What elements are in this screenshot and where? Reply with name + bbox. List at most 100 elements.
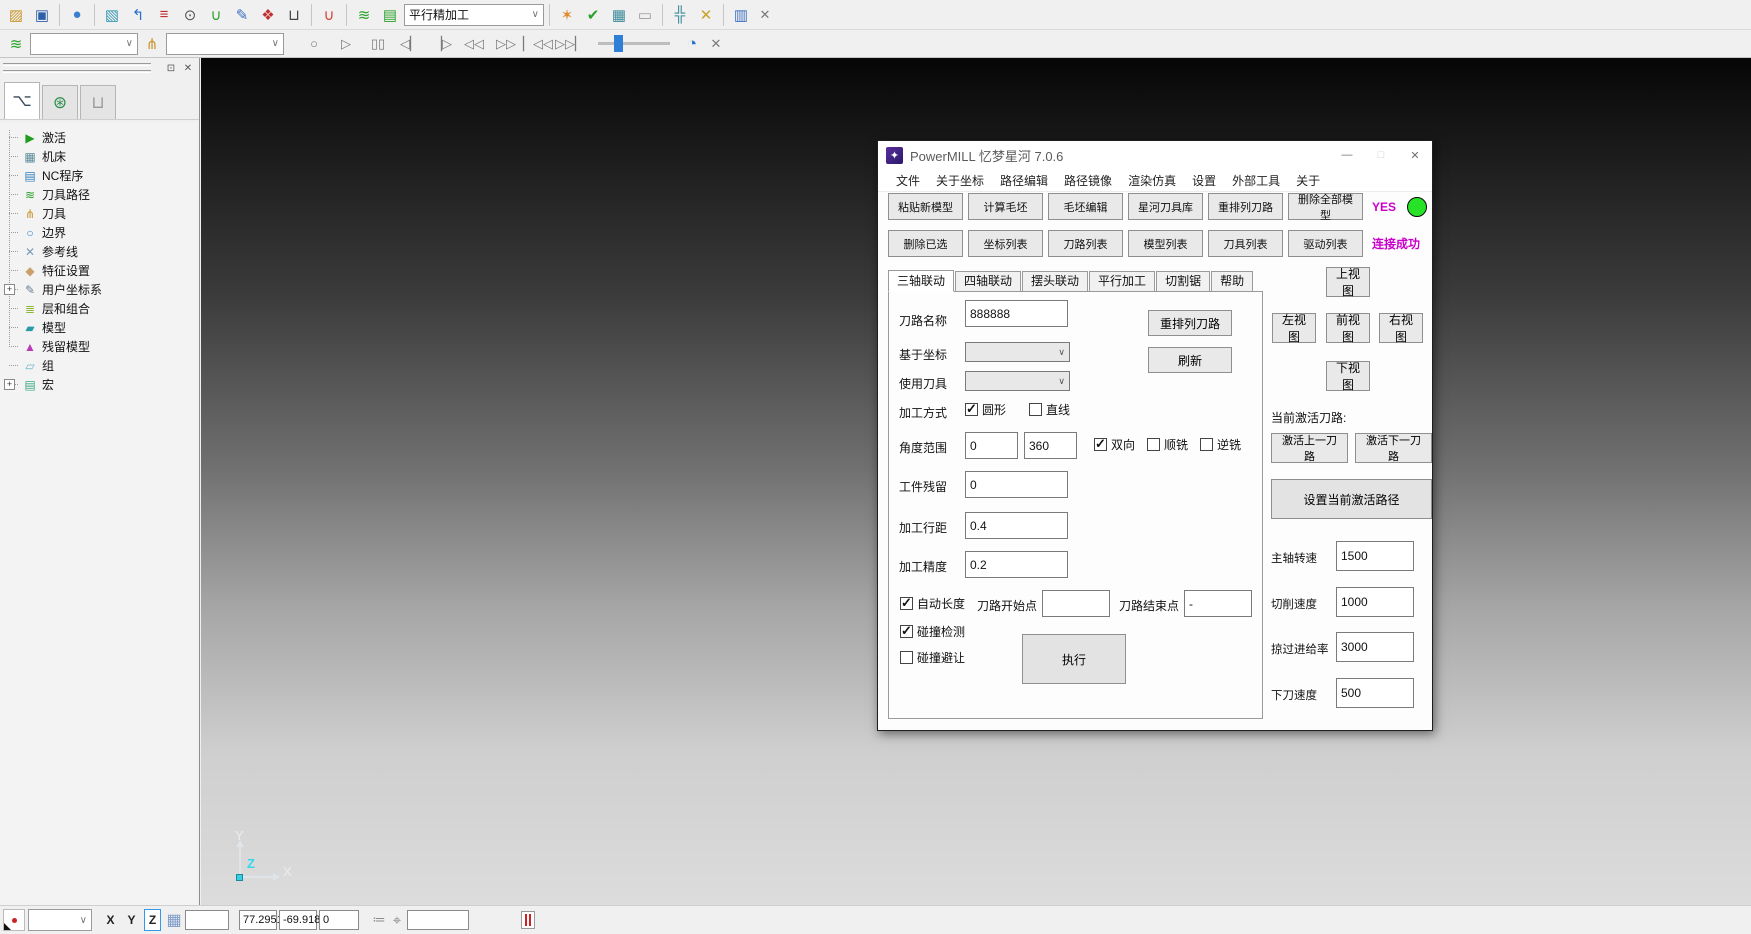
tree-item-workplanes[interactable]: + ✎ 用户坐标系 [0, 280, 198, 299]
x-axis-button[interactable]: X [102, 909, 119, 931]
tree-item-groups[interactable]: + ▱ 组 [0, 356, 198, 375]
checkbox[interactable] [900, 651, 913, 664]
coord-x-field[interactable]: 77.2951 [239, 910, 277, 930]
collision-tool-icon[interactable]: ∪ [317, 3, 341, 27]
rewind-icon[interactable]: ◁◁ [462, 32, 486, 56]
tree-item-activate[interactable]: + ▶ 激活 [0, 128, 198, 147]
transform-arrows-icon[interactable]: ✕ [694, 3, 718, 27]
minimize-button[interactable]: — [1330, 141, 1364, 169]
corner-flag[interactable] [3, 909, 25, 931]
tree-item-nc-programs[interactable]: + ▤ NC程序 [0, 166, 198, 185]
block-stock-icon[interactable]: ▧ [100, 3, 124, 27]
dialog-tab[interactable]: 四轴联动 [955, 271, 1021, 291]
refresh-button[interactable]: 刷新 [1148, 347, 1232, 373]
action-button[interactable]: 粘贴新模型 [888, 193, 963, 220]
stepover-input[interactable] [965, 512, 1068, 539]
drag-handle[interactable] [3, 63, 151, 66]
menu-item[interactable]: 关于 [1288, 172, 1328, 189]
shaded-sphere-icon[interactable]: ● [65, 3, 89, 27]
coord-y-field[interactable]: -69.918 [279, 910, 317, 930]
go-start-icon[interactable]: ▏◁◁ [526, 32, 550, 56]
burst-tool-icon[interactable]: ✶ [555, 3, 579, 27]
grid-size-field[interactable] [185, 910, 229, 930]
start-point-input[interactable] [1042, 590, 1110, 617]
view-left-button[interactable]: 左视图 [1272, 313, 1316, 343]
action-button[interactable]: 重排列刀路 [1208, 193, 1283, 220]
coords-list-icon[interactable]: ≔ [371, 912, 387, 928]
menu-item[interactable]: 路径编辑 [992, 172, 1056, 189]
toolbar-close-icon[interactable]: ✕ [755, 5, 775, 25]
action-button[interactable]: 删除全部模型 [1288, 193, 1363, 220]
globe-tab[interactable]: ⊛ [42, 85, 78, 119]
menu-item[interactable]: 路径镜像 [1056, 172, 1120, 189]
close-button[interactable]: ✕ [1398, 141, 1432, 169]
skim-feed-input[interactable] [1336, 632, 1414, 662]
maximize-button[interactable]: □ [1364, 141, 1398, 169]
view-right-button[interactable]: 右视图 [1379, 313, 1423, 343]
z-axis-button[interactable]: Z [144, 909, 161, 931]
tree-item-levels-sets[interactable]: + ≣ 层和组合 [0, 299, 198, 318]
use-tool-combo[interactable]: ∨ [965, 371, 1070, 391]
action-button[interactable]: 刀路列表 [1048, 230, 1123, 257]
strategy-list-icon[interactable]: ▤ [378, 3, 402, 27]
calculator-icon[interactable]: ▦ [607, 3, 631, 27]
save-project-icon[interactable]: ▣ [30, 3, 54, 27]
menu-item[interactable]: 外部工具 [1224, 172, 1288, 189]
menu-item[interactable]: 渲染仿真 [1120, 172, 1184, 189]
dialog-tab[interactable]: 平行加工 [1089, 271, 1155, 291]
strategy-combo[interactable]: 平行精加工 ∨ [404, 4, 544, 26]
tree-item-machine[interactable]: + ▦ 机床 [0, 147, 198, 166]
tree-item-boundaries[interactable]: + ○ 边界 [0, 223, 198, 242]
action-button[interactable]: 驱动列表 [1288, 230, 1363, 257]
recycle-bin-tab[interactable]: ⊔ [80, 85, 116, 119]
pause-icon[interactable]: ▯▯ [366, 32, 390, 56]
play-icon[interactable]: ▷ [334, 32, 358, 56]
activate-prev-toolpath-button[interactable]: 激活上一刀路 [1271, 433, 1348, 463]
dialog-tab[interactable]: 摆头联动 [1022, 271, 1088, 291]
y-axis-button[interactable]: Y [123, 909, 140, 931]
cutting-feed-input[interactable] [1336, 587, 1414, 617]
page-status-icon[interactable] [521, 911, 535, 929]
tree-item-toolpaths[interactable]: + ≋ 刀具路径 [0, 185, 198, 204]
measure-field[interactable] [407, 910, 469, 930]
panel-restore-icon[interactable]: ⊡ [163, 61, 179, 76]
view-front-button[interactable]: 前视图 [1326, 313, 1370, 343]
stock-allowance-input[interactable] [965, 471, 1068, 498]
coord-z-field[interactable]: 0 [319, 910, 359, 930]
sim-toolbar-close-icon[interactable]: ✕ [706, 34, 726, 54]
plunge-feed-input[interactable] [1336, 678, 1414, 708]
execute-button[interactable]: 执行 [1022, 634, 1126, 684]
end-point-input[interactable] [1184, 590, 1252, 617]
checkbox[interactable] [1147, 438, 1160, 451]
verify-tool-icon[interactable]: ✔ [581, 3, 605, 27]
toolpath-levels-icon[interactable]: ≡ [152, 3, 176, 27]
clock-icon[interactable]: ◔ [680, 32, 704, 56]
expand-icon[interactable]: + [4, 379, 15, 390]
checkbox[interactable] [1029, 403, 1042, 416]
angle-to-input[interactable] [1024, 432, 1077, 459]
ball-tool-icon[interactable]: ⊙ [178, 3, 202, 27]
link-check-icon[interactable]: ∪ [204, 3, 228, 27]
step-back-icon[interactable]: ◁▏ [398, 32, 422, 56]
dialog-titlebar[interactable]: ✦ PowerMILL 忆梦星河 7.0.6 — □ ✕ [878, 141, 1432, 169]
point-pattern-icon[interactable]: ❖ [256, 3, 280, 27]
dialog-tab[interactable]: 帮助 [1211, 271, 1253, 291]
return-arrow-icon[interactable]: ↰ [126, 3, 150, 27]
action-button[interactable]: 删除已选 [888, 230, 963, 257]
fast-forward-icon[interactable]: ▷▷ [494, 32, 518, 56]
slider-handle[interactable] [614, 35, 623, 52]
probe-position-icon[interactable]: ⌖ [387, 912, 407, 929]
dialog-tab[interactable]: 切割锯 [1156, 271, 1210, 291]
toolpath-spring-icon[interactable]: ≋ [352, 3, 376, 27]
view-top-button[interactable]: 上视图 [1326, 267, 1370, 297]
grid-snap-icon[interactable]: ▦ [163, 909, 185, 931]
tool-holder-icon[interactable]: ⊔ [282, 3, 306, 27]
tool-combo[interactable]: ∨ [166, 33, 284, 55]
pencil-tool-icon[interactable]: ✎ [230, 3, 254, 27]
menu-item[interactable]: 文件 [888, 172, 928, 189]
tree-item-models[interactable]: + ▰ 模型 [0, 318, 198, 337]
toolpath-combo[interactable]: ∨ [30, 33, 138, 55]
based-coord-combo[interactable]: ∨ [965, 342, 1070, 362]
tree-item-stock-models[interactable]: + ▲ 残留模型 [0, 337, 198, 356]
checkbox[interactable] [900, 625, 913, 638]
